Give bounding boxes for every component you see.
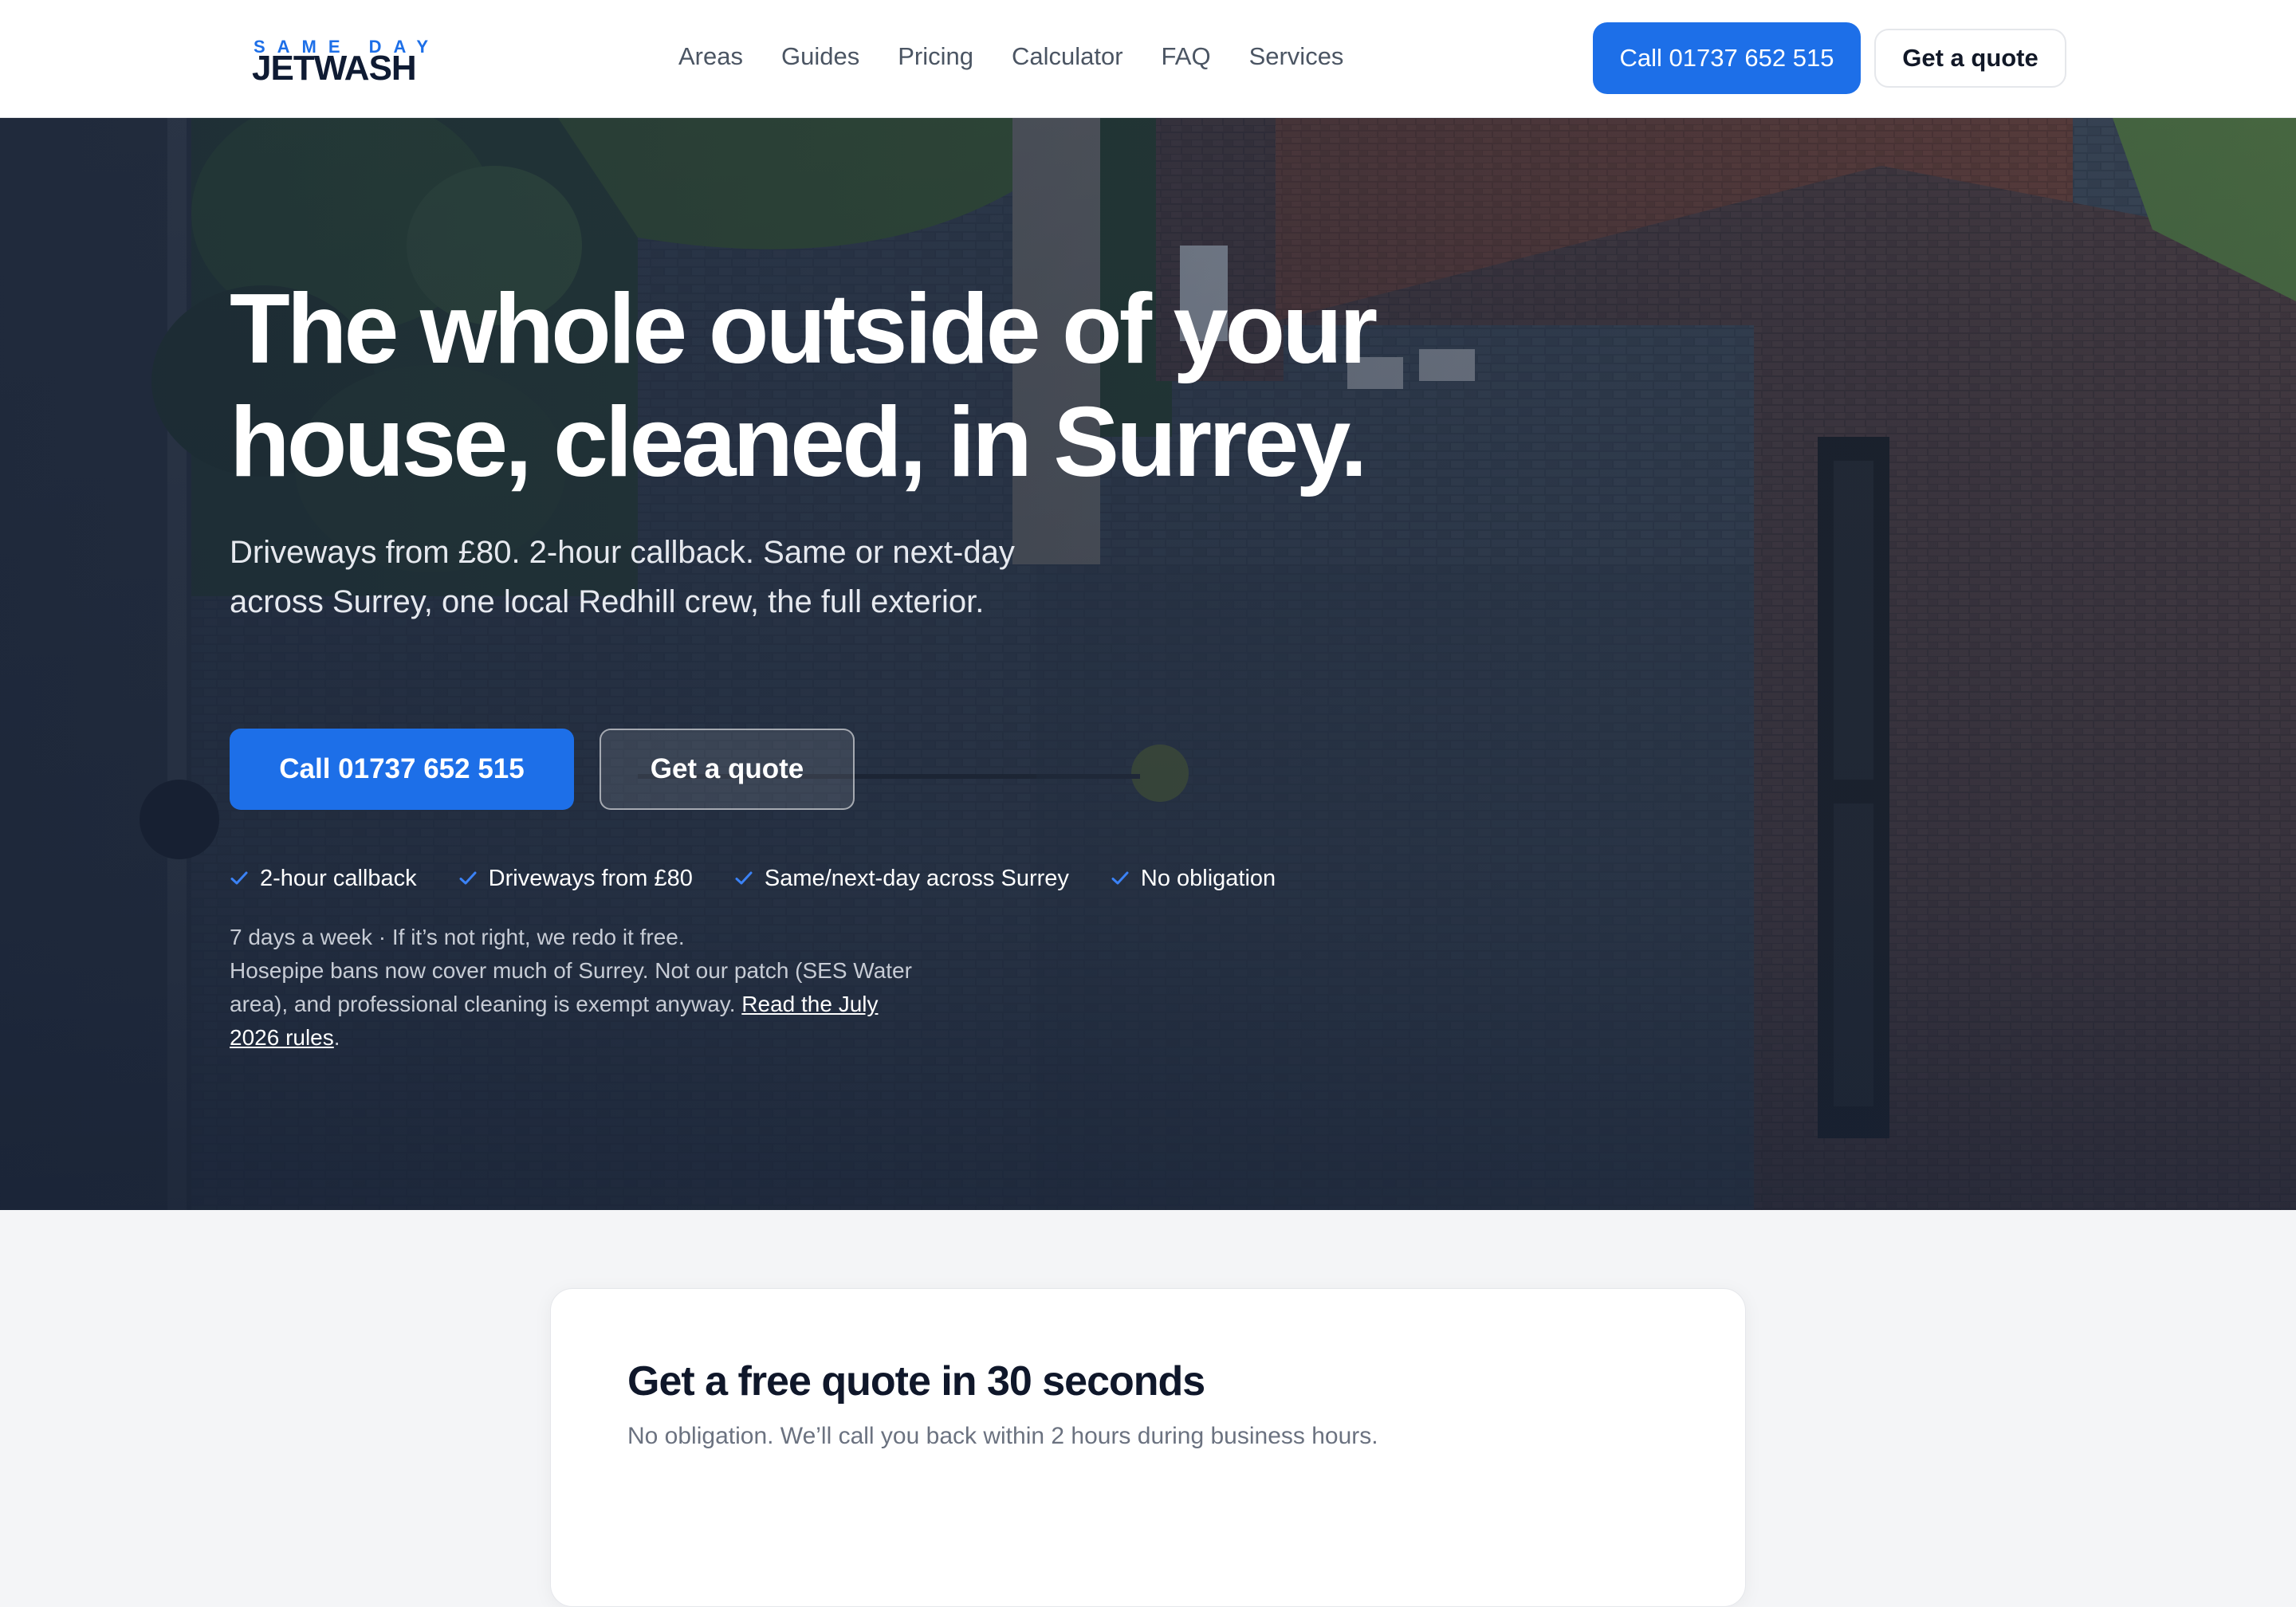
check-icon: [230, 871, 248, 885]
hero-section: The whole outside of your house, cleaned…: [0, 118, 2296, 1210]
hero-content: The whole outside of your house, cleaned…: [230, 118, 1585, 1210]
nav-link-pricing[interactable]: Pricing: [898, 40, 973, 73]
feature-item: 2-hour callback: [230, 862, 417, 894]
check-icon: [459, 871, 477, 885]
nav-link-areas[interactable]: Areas: [678, 40, 743, 73]
site-header: SAME DAY JETWASH Areas Guides Pricing Ca…: [0, 0, 2296, 118]
feature-item: Driveways from £80: [458, 862, 693, 894]
quote-form-card: Get a free quote in 30 seconds No obliga…: [550, 1288, 1746, 1607]
check-icon: [735, 871, 753, 885]
nav-link-calculator[interactable]: Calculator: [1012, 40, 1123, 73]
feature-item: No obligation: [1111, 862, 1276, 894]
hero-title-line-2: house, cleaned, in Surrey.: [230, 387, 1368, 497]
hero-call-button[interactable]: Call 01737 652 515: [230, 729, 574, 810]
hero-subtitle: Driveways from £80. 2-hour callback. Sam…: [230, 535, 1015, 619]
site-logo[interactable]: SAME DAY JETWASH: [252, 37, 428, 88]
feature-label: Same/next-day across Surrey: [764, 865, 1069, 891]
hero-title: The whole outside of your house, cleaned…: [230, 273, 1569, 499]
check-icon: [1111, 871, 1129, 885]
quote-section: Get a free quote in 30 seconds No obliga…: [0, 1210, 2296, 1607]
header-call-button[interactable]: Call 01737 652 515: [1593, 22, 1861, 94]
feature-item: Same/next-day across Surrey: [734, 862, 1069, 894]
feature-label: No obligation: [1140, 865, 1276, 891]
feature-label: 2-hour callback: [260, 865, 417, 891]
hero-note-line-2: Hosepipe bans now cover much of Surrey. …: [230, 954, 915, 1055]
feature-label: Driveways from £80: [488, 865, 693, 891]
main-nav: Areas Guides Pricing Calculator FAQ Serv…: [678, 40, 1343, 73]
quote-form-title: Get a free quote in 30 seconds: [627, 1358, 1205, 1405]
feature-list: 2-hour callback Driveways from £80 Same/…: [230, 862, 1276, 894]
logo-main-text: JETWASH: [252, 49, 417, 88]
nav-link-guides[interactable]: Guides: [781, 40, 859, 73]
hero-note: 7 days a week · If it’s not right, we re…: [230, 921, 915, 1055]
note-end: .: [333, 1025, 340, 1050]
header-quote-button[interactable]: Get a quote: [1874, 29, 2066, 88]
hero-title-line-1: The whole outside of your: [230, 274, 1378, 384]
quote-form-subtitle: No obligation. We’ll call you back withi…: [627, 1423, 1378, 1449]
nav-link-faq[interactable]: FAQ: [1162, 40, 1211, 73]
hero-quote-button[interactable]: Get a quote: [600, 729, 855, 810]
hero-note-line-1: 7 days a week · If it’s not right, we re…: [230, 925, 685, 949]
nav-link-services[interactable]: Services: [1249, 40, 1344, 73]
